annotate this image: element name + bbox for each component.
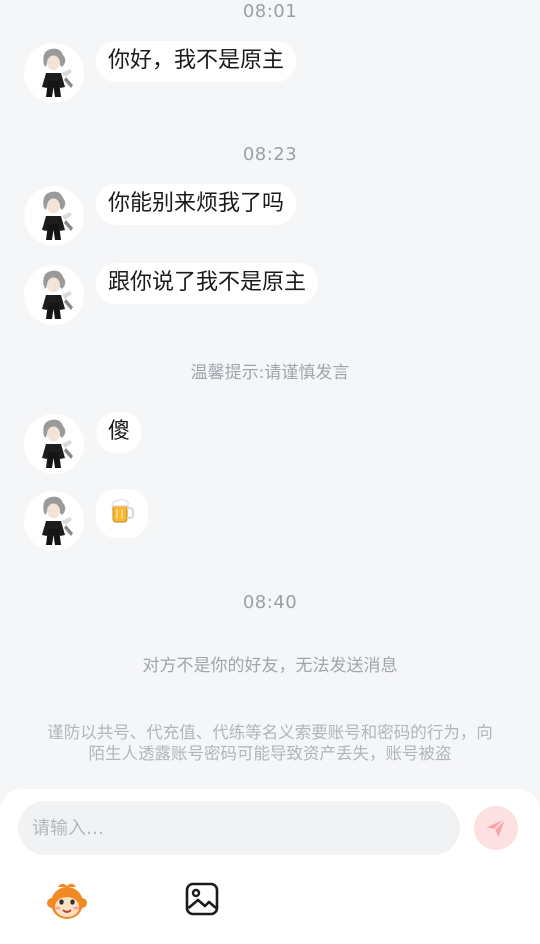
message-row: 跟你说了我不是原主 (24, 263, 319, 325)
message-bubble[interactable]: 傻 (96, 412, 143, 453)
send-button[interactable] (474, 806, 518, 850)
timestamp: 08:40 (242, 592, 298, 613)
image-icon (185, 882, 219, 916)
message-row (24, 489, 148, 551)
message-bubble[interactable]: 你好，我不是原主 (96, 41, 297, 82)
timestamp: 08:23 (242, 144, 298, 165)
caution-tip: 温馨提示:请谨慎发言 (190, 363, 350, 383)
image-picker-button[interactable] (184, 881, 224, 921)
message-row: 你能别来烦我了吗 (24, 184, 297, 246)
security-warning: 谨防以共号、代充值、代练等名义索要账号和密码的行为，向陌生人透露账号密码可能导致… (47, 723, 493, 763)
avatar[interactable] (24, 414, 84, 474)
avatar[interactable] (24, 186, 84, 246)
message-bubble[interactable]: 你能别来烦我了吗 (96, 184, 297, 225)
message-row: 傻 (24, 412, 143, 474)
chat-history[interactable]: 08:01 你好，我不是原主 08:23 你能别来烦我了吗 跟你说了我不是原主 … (0, 0, 540, 790)
timestamp: 08:01 (242, 1, 298, 22)
avatar[interactable] (24, 265, 84, 325)
message-input[interactable] (18, 801, 460, 855)
composer-panel (0, 789, 540, 944)
beer-mug-emoji-icon (111, 499, 135, 523)
blocked-notice: 对方不是你的好友，无法发送消息 (142, 656, 398, 676)
message-row: 你好，我不是原主 (24, 41, 297, 103)
avatar[interactable] (24, 43, 84, 103)
avatar[interactable] (24, 491, 84, 551)
message-bubble[interactable]: 跟你说了我不是原主 (96, 263, 319, 304)
monkey-emoji-icon (47, 883, 87, 919)
monkey-emoji-button[interactable] (46, 881, 87, 921)
paper-plane-icon (486, 818, 506, 837)
message-bubble[interactable] (96, 489, 148, 538)
